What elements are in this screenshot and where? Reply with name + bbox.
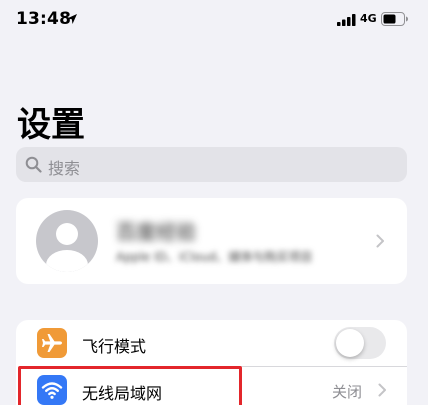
avatar — [36, 210, 98, 272]
signal-icon — [337, 14, 356, 26]
search-icon — [25, 156, 42, 173]
person-silhouette-icon — [46, 223, 88, 272]
profile-name: 百度经验 — [116, 220, 196, 244]
search-placeholder: 搜索 — [48, 159, 81, 178]
row-label: 飞行模式 — [82, 337, 147, 356]
profile-subtitle: Apple ID、iCloud、媒体与购买项目 — [116, 250, 313, 264]
toggle-knob — [336, 329, 364, 357]
airplane-icon-tile — [37, 328, 67, 358]
apple-id-profile-card[interactable]: 百度经验 Apple ID、iCloud、媒体与购买项目 — [16, 198, 407, 284]
search-bar[interactable]: 搜索 — [16, 147, 407, 182]
chevron-right-icon — [376, 234, 384, 248]
settings-row-airplane-mode[interactable]: 飞行模式 — [16, 320, 407, 367]
network-type: 4G — [360, 12, 377, 25]
battery-icon — [381, 12, 408, 26]
chevron-right-icon — [378, 383, 386, 397]
page-title: 设置 — [17, 105, 85, 145]
status-bar: 13:48 4G — [0, 0, 428, 40]
highlight-annotation-box — [18, 366, 242, 405]
airplane-icon — [42, 334, 62, 352]
wifi-status-value: 关闭 — [332, 383, 363, 401]
location-arrow-icon — [67, 14, 77, 24]
status-time: 13:48 — [16, 9, 72, 29]
airplane-mode-toggle[interactable] — [334, 327, 386, 359]
